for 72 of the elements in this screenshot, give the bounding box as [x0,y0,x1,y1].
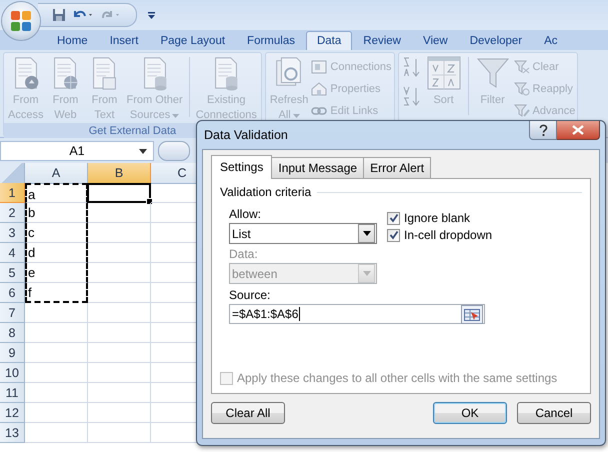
checkbox-label: In-cell dropdown [404,228,492,242]
funnel-pencil-icon [514,104,530,118]
row-header[interactable]: 10 [0,363,25,383]
connections-icon [311,60,328,74]
table-cell[interactable]: e [25,263,88,283]
properties-icon [311,82,328,96]
ribbon-tab[interactable]: Review [352,31,412,50]
funnel-refresh-icon [514,82,530,96]
field-label: Allow: [229,207,262,221]
source-field[interactable]: =$A$1:$A$6 [229,304,485,324]
table-cell[interactable]: f [25,283,88,303]
row-header[interactable]: 8 [0,323,25,343]
range-select-button[interactable] [461,305,483,324]
row-header[interactable]: 6 [0,283,25,303]
close-icon [572,125,584,135]
table-cell[interactable]: b [25,203,88,223]
caret-icon[interactable] [139,149,147,154]
row-header[interactable]: 5 [0,263,25,283]
ribbon-tab[interactable]: Data [306,31,352,50]
ribbon-tab[interactable]: View [412,31,459,50]
table-cell[interactable] [87,183,151,203]
office-logo-icon [8,8,34,34]
row-header[interactable]: 3 [0,223,25,243]
row-header[interactable]: 4 [0,243,25,263]
checkbox-label: Apply these changes to all other cells with the same settings [237,371,558,385]
checkbox[interactable] [387,212,400,224]
row-header[interactable]: 13 [0,423,25,443]
field-label: Data: [229,247,259,261]
table-cell[interactable]: c [25,223,88,243]
table-cell[interactable]: d [25,243,88,263]
group-label: Get External Data [88,125,176,137]
caret-icon [362,231,370,236]
dialog-button[interactable]: Cancel [517,402,591,424]
select-all-corner[interactable] [0,163,25,184]
ribbon-tab[interactable]: Formulas [236,31,306,50]
dialog-tab[interactable]: Settings [211,155,272,179]
caret-icon [362,271,370,276]
ribbon-tab[interactable]: Page Layout [149,31,236,50]
table-cell[interactable]: a [25,183,88,203]
row-header[interactable]: 11 [0,383,25,403]
row-header[interactable]: 12 [0,403,25,423]
checkbox[interactable] [387,228,400,242]
name-box[interactable]: A1 [0,141,154,161]
close-button[interactable] [557,121,600,140]
dialog-button[interactable]: Clear All [211,402,285,424]
funnel-clear-icon [514,60,530,74]
save-icon[interactable] [52,8,66,22]
grid-arrow-icon [464,308,480,320]
question-mark-icon [538,124,548,136]
checkbox-label: Ignore blank [404,211,470,225]
help-button[interactable] [529,121,557,140]
group-title: Validation criteria [220,185,312,199]
formula-bar-button[interactable] [158,141,190,161]
sort-grid-icon [426,55,462,91]
row-header[interactable]: 2 [0,203,25,223]
ribbon-tab[interactable]: Insert [98,31,150,50]
row-header[interactable]: 9 [0,343,25,363]
dialog-title: Data Validation [204,128,288,142]
row-header[interactable]: 1 [0,183,25,203]
ribbon-tab[interactable]: Ac [533,31,560,50]
office-button[interactable] [2,2,40,40]
dialog-button[interactable]: OK [433,402,507,424]
dialog-tab[interactable]: Error Alert [363,157,432,178]
column-header[interactable]: A [25,163,88,184]
column-header[interactable]: B [88,163,151,184]
allow-dropdown[interactable]: List [229,223,377,244]
customize-arrow-icon[interactable] [147,10,156,20]
row-header[interactable]: 7 [0,303,25,323]
ribbon-tab[interactable]: Developer [458,31,534,50]
field-label: Source: [228,288,272,302]
ribbon-tab[interactable]: Home [46,31,99,50]
dialog-tab[interactable]: Input Message [271,157,364,178]
